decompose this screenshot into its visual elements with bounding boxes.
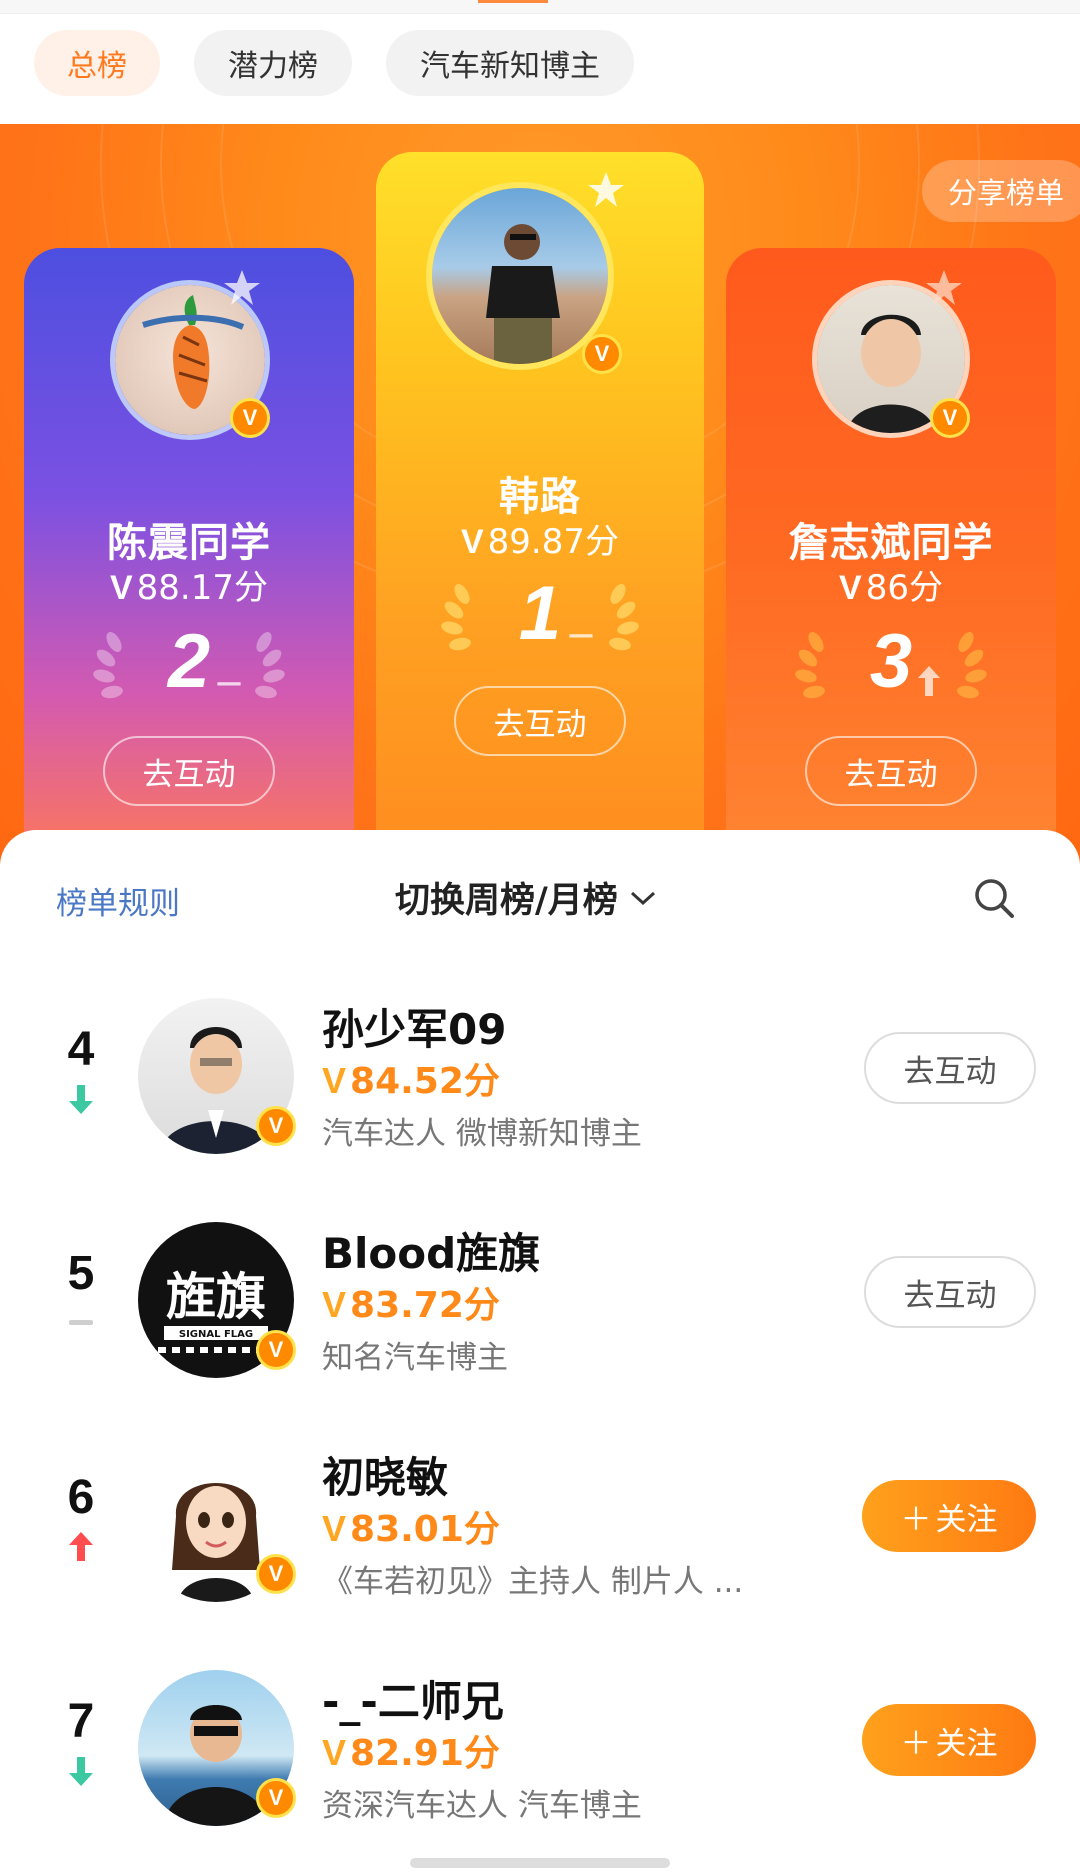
- tab-bar: 总榜 潜力榜 汽车新知博主: [0, 14, 1080, 124]
- rank-display: 3: [726, 618, 1056, 718]
- v-score-icon: V: [109, 569, 133, 607]
- top-card-rank-3: V 詹志斌同学 V 86分 3 去互动: [726, 248, 1056, 864]
- rank-display: 1 —: [376, 570, 704, 670]
- home-indicator[interactable]: [410, 1858, 670, 1868]
- trend-same-icon: [69, 1320, 93, 1325]
- user-name[interactable]: 初晓敏: [322, 1444, 448, 1505]
- trend-up-icon: [918, 666, 940, 696]
- v-badge-icon: V: [256, 1106, 296, 1146]
- star-icon: [224, 270, 260, 305]
- star-icon: [588, 172, 624, 207]
- v-badge-icon: V: [230, 398, 270, 438]
- v-score-icon: V: [322, 1508, 347, 1549]
- trend-up-icon: [69, 1532, 93, 1561]
- v-score-icon: V: [322, 1284, 347, 1325]
- laurel-icon: [957, 632, 987, 699]
- top-card-rank-1: V 韩路 V 89.87分 1 — 去互动: [376, 152, 704, 852]
- status-strip: [0, 0, 1080, 14]
- top-card-rank-2: V 陈震同学 V 88.17分 2 — 去互动: [24, 248, 354, 864]
- share-button[interactable]: 分享榜单: [921, 160, 1080, 222]
- v-score-icon: V: [839, 569, 862, 607]
- follow-button[interactable]: ＋关注: [862, 1480, 1036, 1552]
- top-score: V 89.87分: [460, 522, 620, 562]
- avatar-image: [432, 188, 608, 364]
- tab-potential[interactable]: 潜力榜: [194, 30, 352, 96]
- ranking-list-panel: 榜单规则 切换周榜/月榜 4 V 孙少军09 V 84.52分 汽车达人 微博新知…: [0, 830, 1080, 1875]
- rules-link[interactable]: 榜单规则: [56, 878, 180, 923]
- rank-number: 2: [167, 619, 211, 704]
- user-description: 资深汽车达人 汽车博主: [322, 1788, 642, 1824]
- chevron-down-icon: [630, 891, 655, 905]
- laurel-icon: [609, 584, 639, 651]
- user-description: 知名汽车博主: [322, 1340, 508, 1376]
- v-badge-icon: V: [256, 1554, 296, 1594]
- rank-number: 7: [67, 1695, 95, 1748]
- user-description: 《车若初见》主持人 制片人 ...: [322, 1564, 744, 1600]
- logo-subtext: SIGNAL FLAG: [179, 1329, 253, 1340]
- interact-button[interactable]: 去互动: [805, 736, 977, 806]
- list-item[interactable]: 6 V 初晓敏 V 83.01分 《车若初见》主持人 制片人 ... ＋关注: [0, 1418, 1080, 1618]
- interact-button[interactable]: 去互动: [864, 1256, 1036, 1328]
- list-item[interactable]: 7 V -_-二师兄 V 82.91分 资深汽车达人 汽车博主 ＋关注: [0, 1642, 1080, 1842]
- user-name[interactable]: 孙少军09: [322, 996, 506, 1057]
- v-score-icon: V: [322, 1732, 347, 1773]
- list-item[interactable]: 4 V 孙少军09 V 84.52分 汽车达人 微博新知博主 去互动: [0, 970, 1080, 1170]
- user-score: V 82.91分: [322, 1732, 500, 1774]
- rank-number: 6: [67, 1471, 95, 1524]
- user-name[interactable]: -_-二师兄: [322, 1668, 504, 1729]
- laurel-icon: [255, 632, 285, 699]
- follow-button[interactable]: ＋关注: [862, 1704, 1036, 1776]
- tab-total[interactable]: 总榜: [34, 30, 160, 96]
- interact-button[interactable]: 去互动: [103, 736, 275, 806]
- rank-number: 5: [67, 1247, 95, 1300]
- user-score: V 83.72分: [322, 1284, 500, 1326]
- user-description: 汽车达人 微博新知博主: [322, 1116, 642, 1152]
- rank-number: 1: [518, 571, 562, 656]
- top-score: V 88.17分: [109, 568, 269, 608]
- period-switch-label: 切换周榜/月榜: [395, 881, 618, 921]
- user-score: V 84.52分: [322, 1060, 500, 1102]
- rank-number: 3: [869, 619, 913, 704]
- rank-display: 2 —: [24, 618, 354, 718]
- list-item[interactable]: 5 旌旗 SIGNAL FLAG V Blood旌旗 V 83.72分 知名汽车博…: [0, 1194, 1080, 1394]
- v-score-icon: V: [322, 1060, 347, 1101]
- v-badge-icon: V: [256, 1330, 296, 1370]
- interact-button[interactable]: 去互动: [454, 686, 626, 756]
- logo-text: 旌旗: [166, 1267, 266, 1326]
- star-icon: [926, 270, 962, 305]
- plus-icon: ＋: [900, 1725, 932, 1762]
- v-badge-icon: V: [582, 334, 622, 374]
- v-badge-icon: V: [930, 398, 970, 438]
- trend-down-icon: [69, 1757, 93, 1786]
- plus-icon: ＋: [900, 1501, 932, 1538]
- tab-auto-blogger[interactable]: 汽车新知博主: [386, 30, 634, 96]
- v-badge-icon: V: [256, 1778, 296, 1818]
- interact-button[interactable]: 去互动: [864, 1032, 1036, 1104]
- trend-same-icon: —: [568, 620, 594, 650]
- rank-number: 4: [67, 1023, 95, 1076]
- period-switch[interactable]: 切换周榜/月榜: [395, 872, 658, 923]
- user-name[interactable]: Blood旌旗: [322, 1220, 540, 1281]
- top3-hero: 分享榜单 V 陈震同学 V 88.17分 2 — 去互动 V 韩路 V 89.8…: [0, 124, 1080, 864]
- v-score-icon: V: [460, 523, 484, 561]
- top-score: V 86分: [839, 568, 943, 608]
- top-indicator: [478, 0, 548, 3]
- search-icon[interactable]: [972, 876, 1016, 920]
- user-score: V 83.01分: [322, 1508, 500, 1550]
- trend-down-icon: [69, 1085, 93, 1114]
